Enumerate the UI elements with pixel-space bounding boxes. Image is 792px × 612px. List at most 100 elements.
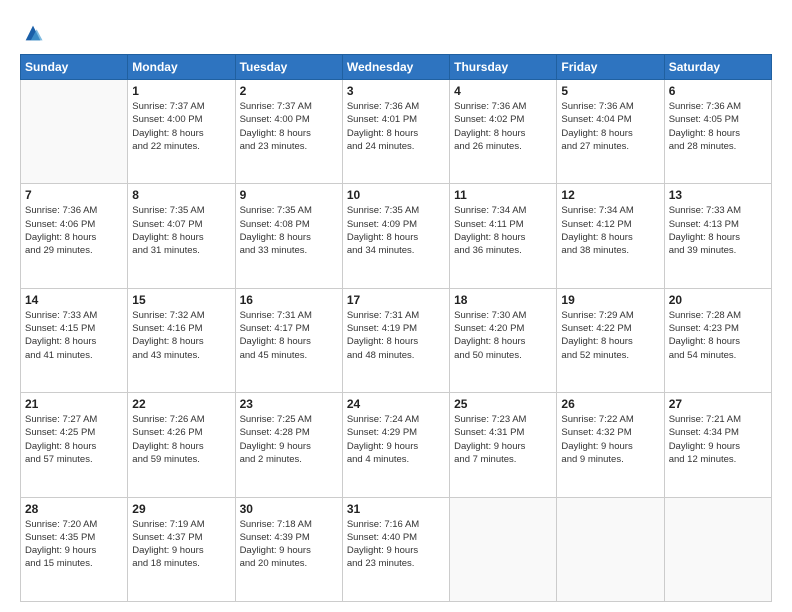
- day-info: Sunrise: 7:20 AM Sunset: 4:35 PM Dayligh…: [25, 518, 123, 571]
- day-number: 8: [132, 188, 230, 202]
- day-number: 9: [240, 188, 338, 202]
- day-cell: 10 Sunrise: 7:35 AM Sunset: 4:09 PM Dayli…: [342, 184, 449, 288]
- day-number: 31: [347, 502, 445, 516]
- header-cell-thursday: Thursday: [450, 55, 557, 80]
- day-number: 4: [454, 84, 552, 98]
- day-info: Sunrise: 7:35 AM Sunset: 4:08 PM Dayligh…: [240, 204, 338, 257]
- day-number: 12: [561, 188, 659, 202]
- calendar-table: SundayMondayTuesdayWednesdayThursdayFrid…: [20, 54, 772, 602]
- day-number: 6: [669, 84, 767, 98]
- header-cell-wednesday: Wednesday: [342, 55, 449, 80]
- day-info: Sunrise: 7:32 AM Sunset: 4:16 PM Dayligh…: [132, 309, 230, 362]
- day-cell: 1 Sunrise: 7:37 AM Sunset: 4:00 PM Daylig…: [128, 80, 235, 184]
- header-cell-saturday: Saturday: [664, 55, 771, 80]
- day-info: Sunrise: 7:33 AM Sunset: 4:13 PM Dayligh…: [669, 204, 767, 257]
- day-number: 20: [669, 293, 767, 307]
- calendar-header: SundayMondayTuesdayWednesdayThursdayFrid…: [21, 55, 772, 80]
- day-info: Sunrise: 7:27 AM Sunset: 4:25 PM Dayligh…: [25, 413, 123, 466]
- day-cell: [557, 497, 664, 601]
- header: [20, 16, 772, 44]
- day-info: Sunrise: 7:35 AM Sunset: 4:07 PM Dayligh…: [132, 204, 230, 257]
- day-cell: 7Sunrise: 7:36 AM Sunset: 4:06 PM Daylig…: [21, 184, 128, 288]
- day-info: Sunrise: 7:31 AM Sunset: 4:19 PM Dayligh…: [347, 309, 445, 362]
- day-number: 3: [347, 84, 445, 98]
- logo-icon: [22, 22, 44, 44]
- day-number: 30: [240, 502, 338, 516]
- day-number: 25: [454, 397, 552, 411]
- day-cell: 28Sunrise: 7:20 AM Sunset: 4:35 PM Dayli…: [21, 497, 128, 601]
- day-number: 5: [561, 84, 659, 98]
- day-info: Sunrise: 7:19 AM Sunset: 4:37 PM Dayligh…: [132, 518, 230, 571]
- day-info: Sunrise: 7:35 AM Sunset: 4:09 PM Dayligh…: [347, 204, 445, 257]
- day-cell: 4Sunrise: 7:36 AM Sunset: 4:02 PM Daylig…: [450, 80, 557, 184]
- day-info: Sunrise: 7:26 AM Sunset: 4:26 PM Dayligh…: [132, 413, 230, 466]
- day-cell: 6 Sunrise: 7:36 AM Sunset: 4:05 PM Daylig…: [664, 80, 771, 184]
- logo: [20, 20, 44, 44]
- day-cell: 17 Sunrise: 7:31 AM Sunset: 4:19 PM Dayli…: [342, 288, 449, 392]
- week-row-2: 14 Sunrise: 7:33 AM Sunset: 4:15 PM Dayli…: [21, 288, 772, 392]
- day-cell: 14 Sunrise: 7:33 AM Sunset: 4:15 PM Dayli…: [21, 288, 128, 392]
- day-cell: 16Sunrise: 7:31 AM Sunset: 4:17 PM Dayli…: [235, 288, 342, 392]
- day-cell: 29 Sunrise: 7:19 AM Sunset: 4:37 PM Dayli…: [128, 497, 235, 601]
- day-cell: 9 Sunrise: 7:35 AM Sunset: 4:08 PM Daylig…: [235, 184, 342, 288]
- day-number: 21: [25, 397, 123, 411]
- day-info: Sunrise: 7:23 AM Sunset: 4:31 PM Dayligh…: [454, 413, 552, 466]
- day-number: 29: [132, 502, 230, 516]
- day-info: Sunrise: 7:30 AM Sunset: 4:20 PM Dayligh…: [454, 309, 552, 362]
- day-cell: 21 Sunrise: 7:27 AM Sunset: 4:25 PM Dayli…: [21, 393, 128, 497]
- day-cell: [450, 497, 557, 601]
- day-info: Sunrise: 7:28 AM Sunset: 4:23 PM Dayligh…: [669, 309, 767, 362]
- week-row-3: 21 Sunrise: 7:27 AM Sunset: 4:25 PM Dayli…: [21, 393, 772, 497]
- day-info: Sunrise: 7:25 AM Sunset: 4:28 PM Dayligh…: [240, 413, 338, 466]
- day-cell: 5 Sunrise: 7:36 AM Sunset: 4:04 PM Daylig…: [557, 80, 664, 184]
- header-cell-tuesday: Tuesday: [235, 55, 342, 80]
- day-cell: 8 Sunrise: 7:35 AM Sunset: 4:07 PM Daylig…: [128, 184, 235, 288]
- day-number: 10: [347, 188, 445, 202]
- day-info: Sunrise: 7:36 AM Sunset: 4:04 PM Dayligh…: [561, 100, 659, 153]
- day-info: Sunrise: 7:21 AM Sunset: 4:34 PM Dayligh…: [669, 413, 767, 466]
- day-number: 24: [347, 397, 445, 411]
- day-cell: 15 Sunrise: 7:32 AM Sunset: 4:16 PM Dayli…: [128, 288, 235, 392]
- day-info: Sunrise: 7:37 AM Sunset: 4:00 PM Dayligh…: [240, 100, 338, 153]
- day-info: Sunrise: 7:16 AM Sunset: 4:40 PM Dayligh…: [347, 518, 445, 571]
- day-cell: 25 Sunrise: 7:23 AM Sunset: 4:31 PM Dayli…: [450, 393, 557, 497]
- calendar-body: 1 Sunrise: 7:37 AM Sunset: 4:00 PM Daylig…: [21, 80, 772, 602]
- day-info: Sunrise: 7:36 AM Sunset: 4:05 PM Dayligh…: [669, 100, 767, 153]
- day-info: Sunrise: 7:34 AM Sunset: 4:11 PM Dayligh…: [454, 204, 552, 257]
- day-number: 13: [669, 188, 767, 202]
- day-info: Sunrise: 7:36 AM Sunset: 4:06 PM Dayligh…: [25, 204, 123, 257]
- day-cell: 20 Sunrise: 7:28 AM Sunset: 4:23 PM Dayli…: [664, 288, 771, 392]
- day-number: 23: [240, 397, 338, 411]
- day-info: Sunrise: 7:33 AM Sunset: 4:15 PM Dayligh…: [25, 309, 123, 362]
- day-number: 11: [454, 188, 552, 202]
- day-cell: 27Sunrise: 7:21 AM Sunset: 4:34 PM Dayli…: [664, 393, 771, 497]
- day-cell: [664, 497, 771, 601]
- day-number: 19: [561, 293, 659, 307]
- day-number: 15: [132, 293, 230, 307]
- day-number: 22: [132, 397, 230, 411]
- day-cell: 19Sunrise: 7:29 AM Sunset: 4:22 PM Dayli…: [557, 288, 664, 392]
- day-number: 16: [240, 293, 338, 307]
- day-info: Sunrise: 7:24 AM Sunset: 4:29 PM Dayligh…: [347, 413, 445, 466]
- header-cell-friday: Friday: [557, 55, 664, 80]
- day-cell: 22 Sunrise: 7:26 AM Sunset: 4:26 PM Dayli…: [128, 393, 235, 497]
- day-number: 17: [347, 293, 445, 307]
- header-cell-monday: Monday: [128, 55, 235, 80]
- day-info: Sunrise: 7:18 AM Sunset: 4:39 PM Dayligh…: [240, 518, 338, 571]
- day-number: 1: [132, 84, 230, 98]
- day-number: 18: [454, 293, 552, 307]
- week-row-1: 7Sunrise: 7:36 AM Sunset: 4:06 PM Daylig…: [21, 184, 772, 288]
- day-cell: 26 Sunrise: 7:22 AM Sunset: 4:32 PM Dayli…: [557, 393, 664, 497]
- day-number: 14: [25, 293, 123, 307]
- day-number: 26: [561, 397, 659, 411]
- day-info: Sunrise: 7:36 AM Sunset: 4:01 PM Dayligh…: [347, 100, 445, 153]
- day-cell: 11 Sunrise: 7:34 AM Sunset: 4:11 PM Dayli…: [450, 184, 557, 288]
- day-info: Sunrise: 7:37 AM Sunset: 4:00 PM Dayligh…: [132, 100, 230, 153]
- week-row-0: 1 Sunrise: 7:37 AM Sunset: 4:00 PM Daylig…: [21, 80, 772, 184]
- page: SundayMondayTuesdayWednesdayThursdayFrid…: [0, 0, 792, 612]
- day-info: Sunrise: 7:22 AM Sunset: 4:32 PM Dayligh…: [561, 413, 659, 466]
- day-cell: 3 Sunrise: 7:36 AM Sunset: 4:01 PM Daylig…: [342, 80, 449, 184]
- day-cell: 18 Sunrise: 7:30 AM Sunset: 4:20 PM Dayli…: [450, 288, 557, 392]
- day-cell: 12Sunrise: 7:34 AM Sunset: 4:12 PM Dayli…: [557, 184, 664, 288]
- day-number: 2: [240, 84, 338, 98]
